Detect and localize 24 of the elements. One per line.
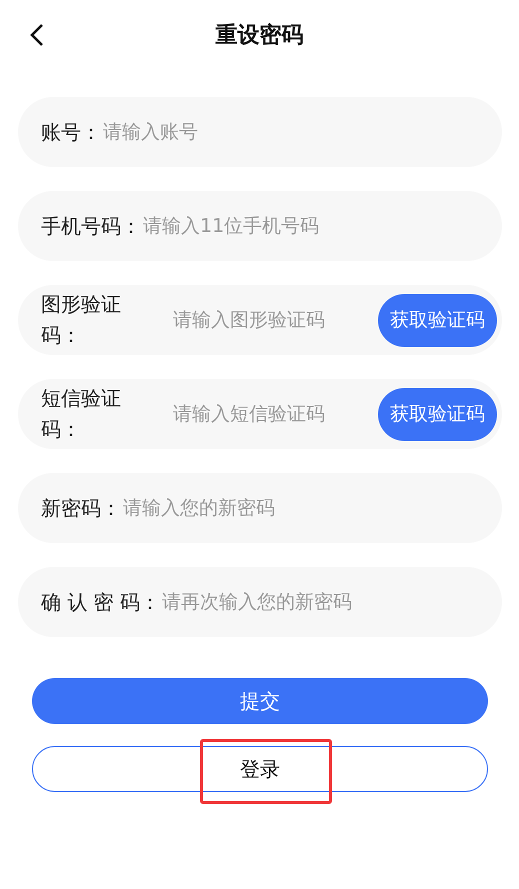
get-code-button[interactable]: 获取验证码 (378, 388, 497, 440)
form-field[interactable]: 手机号码：请输入11位手机号码 (18, 191, 502, 261)
login-button[interactable]: 登录 (32, 746, 488, 792)
page-title: 重设密码 (216, 22, 304, 50)
form-field[interactable]: 短信验证码： 请输入短信验证码 获取验证码 (18, 379, 502, 449)
input-field[interactable]: 请输入账号 (103, 121, 497, 143)
back-icon[interactable] (28, 23, 46, 47)
submit-button[interactable]: 提交 (32, 678, 488, 724)
field-label: 账号： (41, 118, 101, 146)
field-label: 图形验证码： (41, 291, 122, 349)
input-field[interactable]: 请再次输入您的新密码 (162, 591, 497, 613)
field-label: 手机号码： (41, 212, 141, 240)
input-field[interactable]: 请输入图形验证码 (173, 309, 378, 331)
get-code-button[interactable]: 获取验证码 (378, 294, 497, 346)
form-field[interactable]: 确 认 密 码：请再次输入您的新密码 (18, 567, 502, 637)
input-field[interactable]: 请输入短信验证码 (173, 403, 378, 425)
form-field[interactable]: 账号：请输入账号 (18, 97, 502, 167)
field-label: 新密码： (41, 494, 121, 522)
field-label: 短信验证码： (41, 385, 122, 443)
input-field[interactable]: 请输入您的新密码 (123, 497, 497, 519)
field-label: 确 认 密 码： (41, 588, 160, 616)
form-field[interactable]: 新密码：请输入您的新密码 (18, 473, 502, 543)
input-field[interactable]: 请输入11位手机号码 (143, 215, 497, 237)
form-field[interactable]: 图形验证码： 请输入图形验证码 获取验证码 (18, 285, 502, 355)
